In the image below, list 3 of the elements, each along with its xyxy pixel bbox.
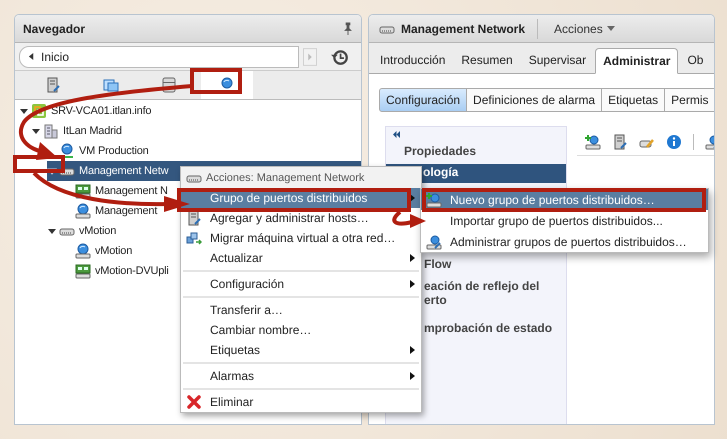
menu-header: Acciones: Management Network xyxy=(206,172,364,184)
panel-title: Navegador xyxy=(23,22,86,36)
object-title: Management Network xyxy=(401,22,526,36)
